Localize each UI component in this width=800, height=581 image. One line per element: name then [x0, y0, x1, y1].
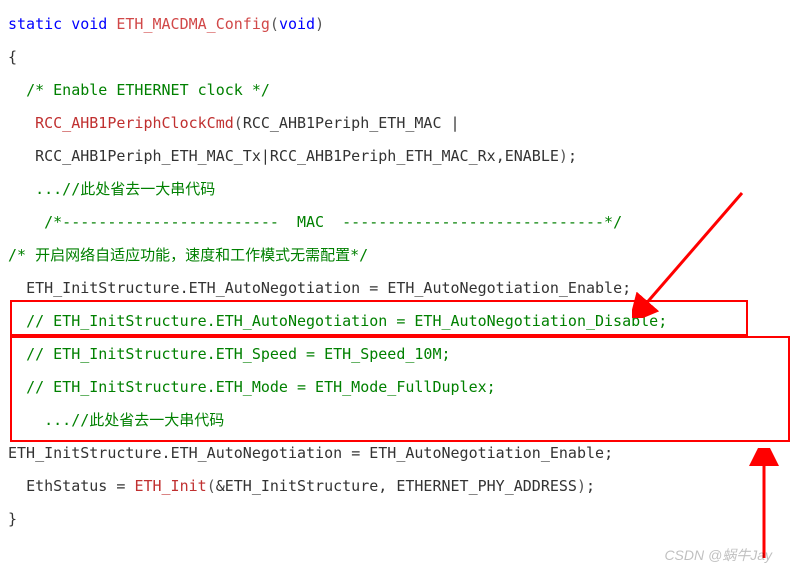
kw-void: void [71, 15, 107, 33]
code-block: static void ETH_MACDMA_Config(void) { /*… [8, 8, 792, 536]
code-line-1: static void ETH_MACDMA_Config(void) [8, 8, 792, 41]
kw-void2: void [279, 15, 315, 33]
code-line-9: ETH_InitStructure.ETH_AutoNegotiation = … [8, 272, 792, 305]
code-line-7: /*------------------------ MAC ---------… [8, 206, 792, 239]
code-line-10: // ETH_InitStructure.ETH_AutoNegotiation… [8, 305, 792, 338]
func-name: ETH_MACDMA_Config [116, 15, 270, 33]
code-line-3: /* Enable ETHERNET clock */ [8, 74, 792, 107]
code-line-2: { [8, 41, 792, 74]
code-line-11: // ETH_InitStructure.ETH_Speed = ETH_Spe… [8, 338, 792, 371]
code-line-14: ETH_InitStructure.ETH_AutoNegotiation = … [8, 437, 792, 470]
code-line-4: RCC_AHB1PeriphClockCmd(RCC_AHB1Periph_ET… [8, 107, 792, 140]
watermark: CSDN @蜗牛Jay [664, 540, 772, 571]
code-line-13: ...//此处省去一大串代码 [8, 404, 792, 437]
code-line-6: ...//此处省去一大串代码 [8, 173, 792, 206]
code-line-16: } [8, 503, 792, 536]
code-line-5: RCC_AHB1Periph_ETH_MAC_Tx|RCC_AHB1Periph… [8, 140, 792, 173]
code-line-12: // ETH_InitStructure.ETH_Mode = ETH_Mode… [8, 371, 792, 404]
kw-static: static [8, 15, 62, 33]
code-line-15: EthStatus = ETH_Init(&ETH_InitStructure,… [8, 470, 792, 503]
code-line-8: /* 开启网络自适应功能，速度和工作模式无需配置*/ [8, 239, 792, 272]
